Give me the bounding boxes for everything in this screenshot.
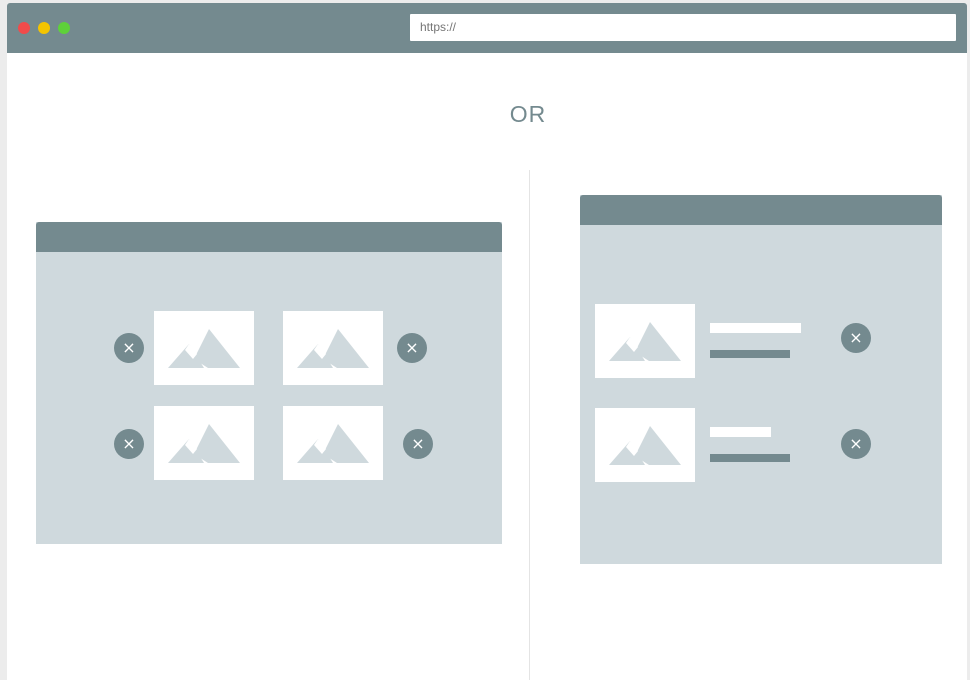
address-bar-input[interactable] <box>410 14 956 41</box>
list-window-header <box>580 195 942 225</box>
image-thumbnail-3 <box>154 406 254 480</box>
image-placeholder-icon <box>168 424 240 463</box>
window-close-button[interactable] <box>18 22 30 34</box>
close-icon: × <box>849 434 863 453</box>
grid-layout-window: × × × × <box>36 222 502 544</box>
window-minimize-button[interactable] <box>38 22 50 34</box>
close-icon: × <box>122 338 136 357</box>
image-placeholder-icon <box>609 426 681 465</box>
close-icon: × <box>411 434 425 453</box>
list-layout-window: × × <box>580 195 942 564</box>
remove-item-2-button[interactable]: × <box>397 333 427 363</box>
or-separator-label: OR <box>509 101 547 127</box>
image-thumbnail-4 <box>283 406 383 480</box>
browser-window: OR × × × <box>7 3 967 680</box>
vertical-divider <box>529 170 530 680</box>
close-icon: × <box>849 328 863 347</box>
remove-list-item-2-button[interactable]: × <box>841 429 871 459</box>
list-item-1-subtitle-placeholder <box>710 350 790 358</box>
image-placeholder-icon <box>297 329 369 368</box>
remove-item-1-button[interactable]: × <box>114 333 144 363</box>
list-item-2-subtitle-placeholder <box>710 454 790 462</box>
image-placeholder-icon <box>168 329 240 368</box>
grid-window-header <box>36 222 502 252</box>
remove-item-3-button[interactable]: × <box>114 429 144 459</box>
close-icon: × <box>122 434 136 453</box>
image-placeholder-icon <box>297 424 369 463</box>
image-thumbnail-1 <box>154 311 254 385</box>
image-thumbnail-2 <box>283 311 383 385</box>
list-image-thumbnail-1 <box>595 304 695 378</box>
close-icon: × <box>405 338 419 357</box>
list-image-thumbnail-2 <box>595 408 695 482</box>
list-item-2-title-placeholder <box>710 427 771 437</box>
window-maximize-button[interactable] <box>58 22 70 34</box>
image-placeholder-icon <box>609 322 681 361</box>
remove-list-item-1-button[interactable]: × <box>841 323 871 353</box>
remove-item-4-button[interactable]: × <box>403 429 433 459</box>
browser-titlebar <box>7 3 967 53</box>
list-item-1-title-placeholder <box>710 323 801 333</box>
